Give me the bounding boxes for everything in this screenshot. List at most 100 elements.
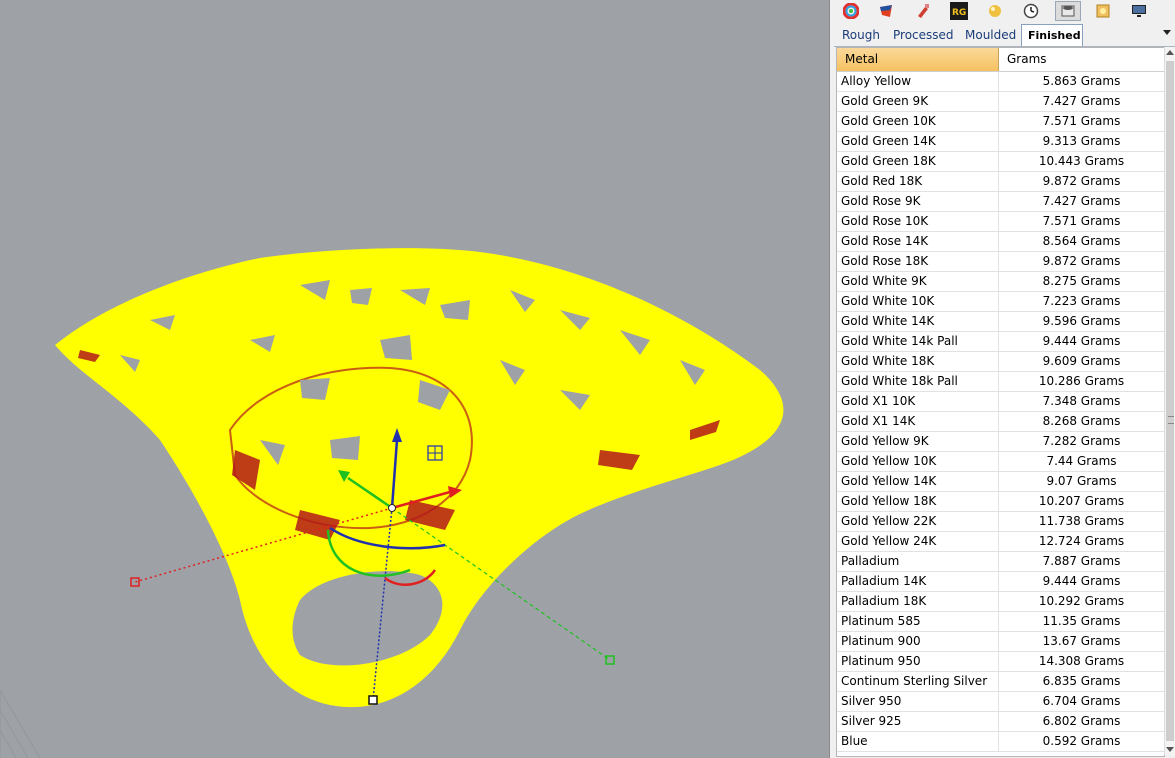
grams-cell: 10.292 Grams: [1038, 594, 1125, 608]
construction-grid: [0, 689, 41, 758]
metal-cell: Gold Yellow 14K: [837, 472, 999, 491]
grams-cell: 6.835 Grams: [1042, 674, 1121, 688]
table-row[interactable]: Gold Yellow 9K 7.282 Grams: [837, 432, 1164, 452]
grams-cell: 9.609 Grams: [1042, 354, 1121, 368]
metal-cell: Gold Yellow 18K: [837, 492, 999, 511]
table-scrollbar[interactable]: [1164, 47, 1175, 755]
table-row[interactable]: Gold White 9K 8.275 Grams: [837, 272, 1164, 292]
table-row[interactable]: Gold Rose 9K 7.427 Grams: [837, 192, 1164, 212]
table-row[interactable]: Gold White 18K 9.609 Grams: [837, 352, 1164, 372]
metal-cell: Gold White 9K: [837, 272, 999, 291]
weight-tabs: Rough Processed Moulded Finished: [834, 22, 1175, 47]
grams-cell: 14.308 Grams: [1038, 654, 1125, 668]
tab-dropdown-icon[interactable]: [1163, 30, 1171, 35]
table-row[interactable]: Gold White 18k Pall 10.286 Grams: [837, 372, 1164, 392]
grams-cell: 7.887 Grams: [1042, 554, 1121, 568]
table-row[interactable]: Continum Sterling Silver 6.835 Grams: [837, 672, 1164, 692]
metal-cell: Continum Sterling Silver: [837, 672, 999, 691]
grams-cell: 9.444 Grams: [1042, 574, 1121, 588]
column-header-grams[interactable]: Grams: [999, 48, 1164, 71]
metal-cell: Gold Red 18K: [837, 172, 999, 191]
metal-cell: Palladium 14K: [837, 572, 999, 591]
table-row[interactable]: Gold Green 10K 7.571 Grams: [837, 112, 1164, 132]
clock-icon[interactable]: [1020, 1, 1042, 21]
table-row[interactable]: Gold White 14k Pall 9.444 Grams: [837, 332, 1164, 352]
table-row[interactable]: Platinum 950 14.308 Grams: [837, 652, 1164, 672]
table-row[interactable]: Gold White 10K 7.223 Grams: [837, 292, 1164, 312]
grams-cell: 10.443 Grams: [1038, 154, 1125, 168]
display-icon[interactable]: [1128, 1, 1150, 21]
table-row[interactable]: Gold Green 14K 9.313 Grams: [837, 132, 1164, 152]
rg-icon[interactable]: RG: [948, 1, 970, 21]
ring-icon[interactable]: [1055, 1, 1081, 21]
tab-processed[interactable]: Processed: [887, 24, 960, 46]
grams-cell: 9.07 Grams: [1046, 474, 1117, 488]
table-row[interactable]: Gold Red 18K 9.872 Grams: [837, 172, 1164, 192]
table-row[interactable]: Platinum 585 11.35 Grams: [837, 612, 1164, 632]
metal-cell: Gold X1 14K: [837, 412, 999, 431]
table-row[interactable]: Blue 0.592 Grams: [837, 732, 1164, 752]
grams-cell: 7.282 Grams: [1042, 434, 1121, 448]
table-row[interactable]: Silver 950 6.704 Grams: [837, 692, 1164, 712]
table-row[interactable]: Gold Yellow 22K 11.738 Grams: [837, 512, 1164, 532]
table-row[interactable]: Gold White 14K 9.596 Grams: [837, 312, 1164, 332]
table-row[interactable]: Gold Rose 10K 7.571 Grams: [837, 212, 1164, 232]
metal-cell: Silver 950: [837, 692, 999, 711]
scroll-thumb[interactable]: [1166, 61, 1174, 741]
column-header-metal[interactable]: Metal: [837, 48, 999, 71]
gem-icon[interactable]: [1092, 1, 1114, 21]
grams-cell: 10.286 Grams: [1038, 374, 1125, 388]
table-row[interactable]: Gold X1 10K 7.348 Grams: [837, 392, 1164, 412]
metal-cell: Alloy Yellow: [837, 72, 999, 91]
color-wheel-icon[interactable]: [840, 1, 862, 21]
table-body: Alloy Yellow 5.863 Grams Gold Green 9K 7.42…: [837, 72, 1164, 752]
sphere-icon[interactable]: [984, 1, 1006, 21]
table-row[interactable]: Gold Yellow 10K 7.44 Grams: [837, 452, 1164, 472]
tab-moulded[interactable]: Moulded: [959, 24, 1022, 46]
metal-cell: Gold Green 10K: [837, 112, 999, 131]
table-row[interactable]: Gold Green 9K 7.427 Grams: [837, 92, 1164, 112]
metal-cell: Gold Yellow 9K: [837, 432, 999, 451]
z-handle-grip[interactable]: [368, 695, 378, 705]
table-row[interactable]: Gold Yellow 14K 9.07 Grams: [837, 472, 1164, 492]
grams-cell: 7.223 Grams: [1042, 294, 1121, 308]
tab-finished[interactable]: Finished: [1021, 24, 1083, 46]
table-row[interactable]: Gold X1 14K 8.268 Grams: [837, 412, 1164, 432]
table-row[interactable]: Gold Yellow 24K 12.724 Grams: [837, 532, 1164, 552]
metal-cell: Gold Rose 18K: [837, 252, 999, 271]
scroll-up-icon[interactable]: [1166, 50, 1174, 55]
table-row[interactable]: Palladium 18K 10.292 Grams: [837, 592, 1164, 612]
grams-cell: 9.596 Grams: [1042, 314, 1121, 328]
table-row[interactable]: Palladium 14K 9.444 Grams: [837, 572, 1164, 592]
paint-icon[interactable]: [912, 1, 934, 21]
material-icon[interactable]: [875, 1, 897, 21]
table-row[interactable]: Gold Green 18K 10.443 Grams: [837, 152, 1164, 172]
table-row[interactable]: Alloy Yellow 5.863 Grams: [837, 72, 1164, 92]
grams-cell: 13.67 Grams: [1042, 634, 1121, 648]
grams-cell: 11.738 Grams: [1038, 514, 1125, 528]
grams-cell: 9.872 Grams: [1042, 174, 1121, 188]
tab-rough[interactable]: Rough: [836, 24, 886, 46]
table-row[interactable]: Gold Rose 14K 8.564 Grams: [837, 232, 1164, 252]
table-row[interactable]: Gold Rose 18K 9.872 Grams: [837, 252, 1164, 272]
scroll-grip-icon: [1168, 416, 1174, 424]
grams-cell: 7.571 Grams: [1042, 214, 1121, 228]
metal-cell: Gold Green 18K: [837, 152, 999, 171]
grams-cell: 0.592 Grams: [1042, 734, 1121, 748]
grams-cell: 7.427 Grams: [1042, 194, 1121, 208]
ring-model[interactable]: [55, 248, 784, 708]
metal-cell: Platinum 585: [837, 612, 999, 631]
scroll-down-icon[interactable]: [1166, 747, 1174, 752]
table-row[interactable]: Silver 925 6.802 Grams: [837, 712, 1164, 732]
metal-weight-panel: RG Rough Processed Moulded Finished Meta…: [834, 0, 1175, 758]
table-row[interactable]: Platinum 900 13.67 Grams: [837, 632, 1164, 652]
metal-cell: Gold Green 14K: [837, 132, 999, 151]
metal-cell: Palladium 18K: [837, 592, 999, 611]
table-row[interactable]: Gold Yellow 18K 10.207 Grams: [837, 492, 1164, 512]
3d-viewport[interactable]: [0, 0, 829, 758]
model-canvas[interactable]: [0, 0, 829, 758]
metal-cell: Platinum 950: [837, 652, 999, 671]
table-row[interactable]: Palladium 7.887 Grams: [837, 552, 1164, 572]
grams-cell: 7.44 Grams: [1046, 454, 1117, 468]
table-header: Metal Grams: [837, 48, 1164, 72]
